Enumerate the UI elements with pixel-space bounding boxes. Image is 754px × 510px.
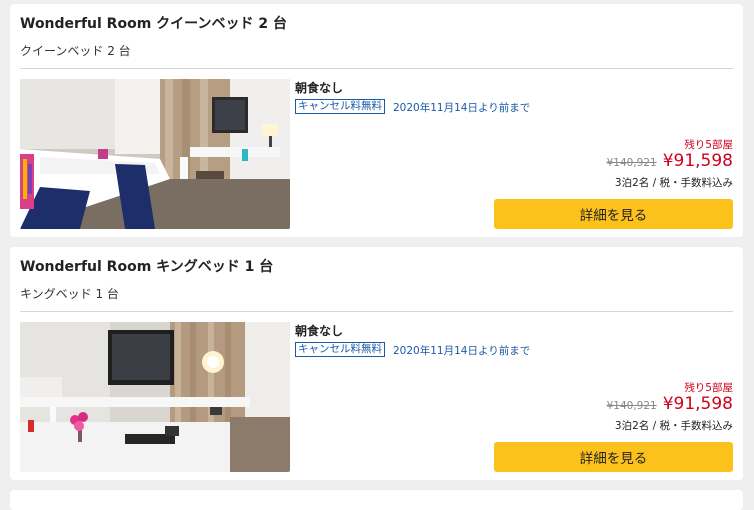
bed-type: クイーンベッド 2 台	[20, 44, 131, 58]
discounted-price: ¥91,598	[662, 394, 733, 414]
price-row: ¥140,921 ¥91,598	[607, 151, 733, 171]
room-title[interactable]: Wonderful Room キングベッド 1 台	[20, 256, 273, 276]
original-price: ¥140,921	[606, 157, 657, 169]
price-note: 3泊2名 / 税・手数料込み	[614, 420, 733, 432]
rooms-left: 残り5部屋	[684, 139, 733, 151]
price-note: 3泊2名 / 税・手数料込み	[614, 177, 733, 189]
cancellation-deadline: 2020年11月14日より前まで	[393, 102, 531, 114]
meal-plan: 朝食なし	[295, 81, 344, 95]
view-details-button[interactable]: 詳細を見る	[494, 442, 733, 472]
price-row: ¥140,921 ¥91,598	[607, 394, 733, 414]
free-cancellation-badge: キャンセル料無料	[295, 99, 385, 114]
divider	[20, 311, 733, 312]
bed-type: キングベッド 1 台	[20, 287, 119, 301]
rooms-left: 残り5部屋	[684, 382, 733, 394]
free-cancellation-badge: キャンセル料無料	[295, 342, 385, 357]
discounted-price: ¥91,598	[662, 151, 733, 171]
room-photo[interactable]	[20, 322, 290, 472]
room-title[interactable]: Wonderful Room クイーンベッド 2 台	[20, 13, 287, 33]
room-photo[interactable]	[20, 79, 290, 229]
room-card-partial	[10, 490, 743, 510]
room-card: Wonderful Room キングベッド 1 台 キングベッド 1 台 朝食な…	[10, 247, 743, 480]
room-card: Wonderful Room クイーンベッド 2 台 クイーンベッド 2 台 朝…	[10, 4, 743, 237]
view-details-button[interactable]: 詳細を見る	[494, 199, 733, 229]
meal-plan: 朝食なし	[295, 324, 344, 338]
original-price: ¥140,921	[606, 400, 657, 412]
cancellation-deadline: 2020年11月14日より前まで	[393, 345, 531, 357]
divider	[20, 68, 733, 69]
